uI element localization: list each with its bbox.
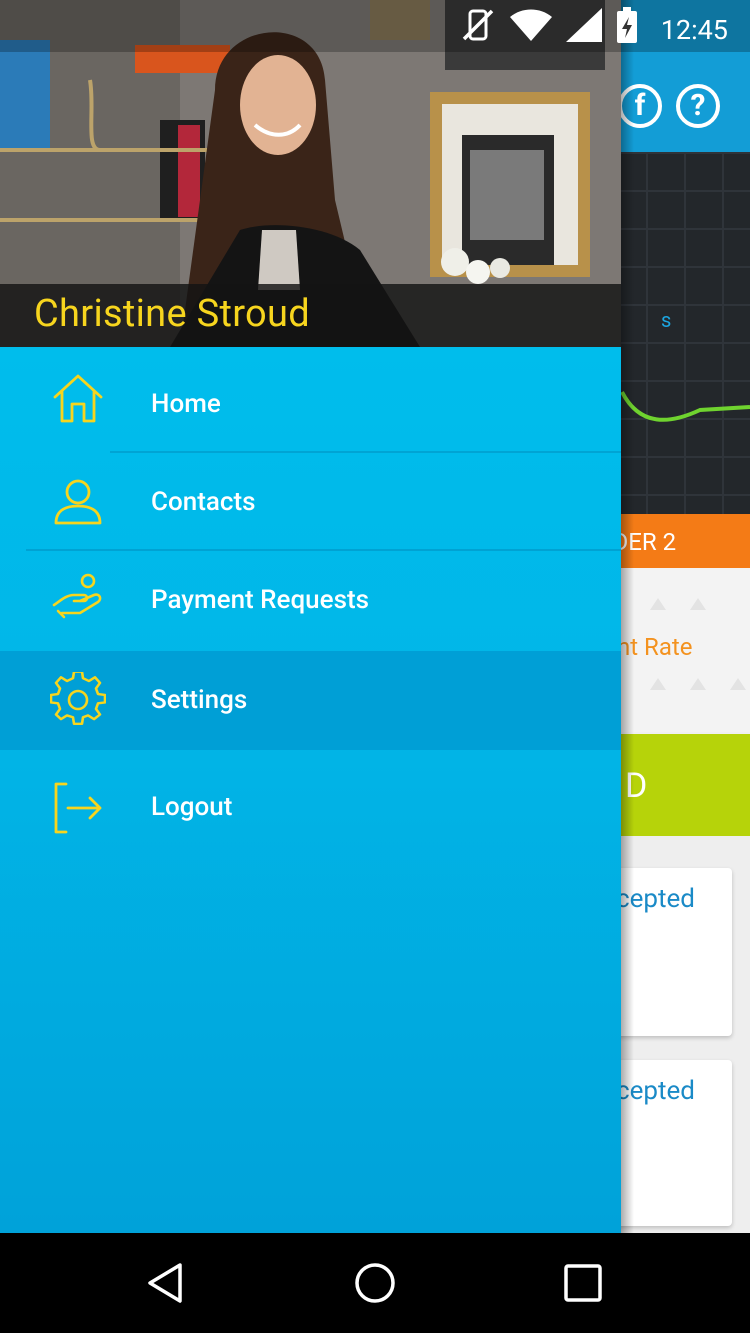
menu-item-label: Logout	[151, 792, 233, 822]
status-bar: 12:45	[0, 0, 750, 52]
menu-item-label: Home	[151, 389, 221, 419]
help-icon[interactable]: ?	[676, 84, 720, 128]
status-icons	[460, 7, 638, 47]
triangle-icon	[730, 678, 746, 690]
person-icon	[54, 479, 102, 525]
menu-item-label: Payment Requests	[151, 585, 369, 615]
profile-name: Christine Stroud	[34, 292, 310, 336]
recents-icon[interactable]	[561, 1261, 605, 1305]
home-icon	[53, 374, 103, 423]
status-time: 12:45	[660, 14, 728, 46]
navigation-drawer: Christine Stroud Home Contacts Payment R…	[0, 0, 621, 1233]
menu-item-logout[interactable]: Logout	[0, 758, 621, 855]
hand-coin-icon	[52, 573, 102, 619]
back-icon[interactable]	[144, 1261, 188, 1305]
menu-item-label: Contacts	[151, 487, 256, 517]
menu-item-label: Settings	[151, 685, 248, 715]
menu-item-settings[interactable]: Settings	[0, 651, 621, 750]
menu-item-payment-requests[interactable]: Payment Requests	[0, 551, 621, 648]
triangle-icon	[690, 598, 706, 610]
triangle-icon	[650, 598, 666, 610]
vibrate-off-icon	[460, 7, 496, 47]
gear-icon	[50, 672, 106, 726]
battery-charging-icon	[616, 7, 638, 47]
triangle-icon	[690, 678, 706, 690]
logout-icon	[54, 782, 102, 834]
wifi-icon	[510, 9, 552, 45]
signal-icon	[566, 8, 602, 46]
menu-item-home[interactable]: Home	[0, 355, 621, 452]
home-circle-icon[interactable]	[353, 1261, 397, 1305]
triangle-icon	[650, 678, 666, 690]
drawer-shadow	[620, 0, 634, 1233]
profile-header: Christine Stroud	[0, 0, 621, 347]
system-navigation-bar	[0, 1233, 750, 1333]
menu-item-contacts[interactable]: Contacts	[0, 453, 621, 550]
chart-label: s	[661, 308, 672, 332]
